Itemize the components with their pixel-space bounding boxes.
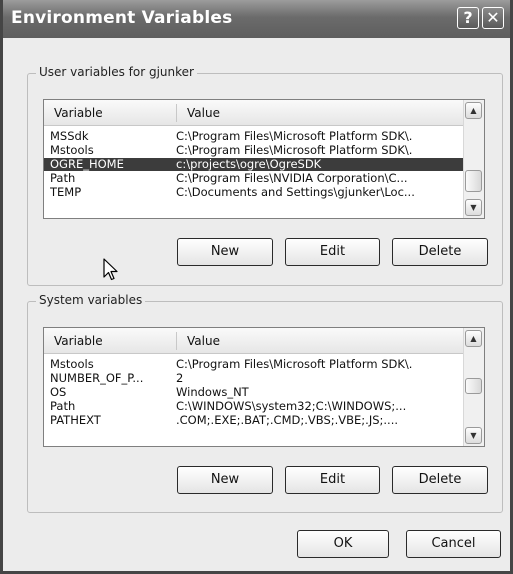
list-item[interactable]: MSSdk C:\Program Files\Microsoft Platfor… (44, 130, 464, 143)
list-item[interactable]: Path C:\Program Files\NVIDIA Corporation… (44, 172, 464, 185)
list-item[interactable]: PATHEXT .COM;.EXE;.BAT;.CMD;.VBS;.VBE;.J… (44, 414, 464, 427)
column-divider[interactable] (176, 104, 177, 122)
variable-name: NUMBER_OF_P... (50, 372, 144, 385)
variable-name: TEMP (50, 186, 82, 199)
system-delete-button[interactable]: Delete (392, 466, 488, 494)
column-header-value[interactable]: Value (187, 106, 220, 120)
variable-name: Mstools (50, 358, 94, 371)
system-variables-title: System variables (36, 293, 146, 307)
user-variables-list[interactable]: Variable Value MSSdk C:\Program Files\Mi… (43, 99, 485, 219)
user-list-header: Variable Value (44, 100, 464, 126)
variable-name: Path (50, 172, 76, 185)
list-item[interactable]: Path C:\WINDOWS\system32;C:\WINDOWS;... (44, 400, 464, 413)
variable-name: PATHEXT (50, 414, 101, 427)
list-item[interactable]: TEMP C:\Documents and Settings\gjunker\L… (44, 186, 464, 199)
mouse-pointer-icon (103, 258, 118, 281)
column-header-variable[interactable]: Variable (54, 334, 103, 348)
variable-value: C:\Program Files\Microsoft Platform SDK\… (176, 358, 413, 371)
window-title: Environment Variables (11, 8, 233, 28)
column-header-variable[interactable]: Variable (54, 106, 103, 120)
variable-value: C:\Program Files\NVIDIA Corporation\C... (176, 172, 408, 185)
user-new-button[interactable]: New (177, 238, 273, 266)
system-variables-list[interactable]: Variable Value Mstools C:\Program Files\… (43, 327, 485, 447)
variable-name: Mstools (50, 144, 94, 157)
scroll-up-arrow-icon[interactable]: ▲ (465, 330, 482, 347)
variable-value: c:\projects\ogre\OgreSDK (176, 158, 322, 171)
user-delete-button[interactable]: Delete (392, 238, 488, 266)
variable-value: 2 (176, 372, 184, 385)
scrollbar-thumb[interactable] (465, 378, 482, 394)
column-header-value[interactable]: Value (187, 334, 220, 348)
system-variables-group: System variables Variable Value Mstools … (27, 293, 503, 513)
vertical-scrollbar[interactable]: ▲ ▼ (463, 328, 484, 446)
list-item[interactable]: NUMBER_OF_P... 2 (44, 372, 464, 385)
list-item[interactable]: Mstools C:\Program Files\Microsoft Platf… (44, 144, 464, 157)
user-edit-button[interactable]: Edit (285, 238, 380, 266)
help-button[interactable]: ? (457, 7, 479, 29)
variable-value: C:\Program Files\Microsoft Platform SDK\… (176, 144, 413, 157)
variable-name: MSSdk (50, 130, 89, 143)
cancel-button[interactable]: Cancel (406, 530, 501, 558)
variable-value: C:\Program Files\Microsoft Platform SDK\… (176, 130, 413, 143)
user-variables-title: User variables for gjunker (36, 65, 197, 79)
scroll-down-arrow-icon[interactable]: ▼ (465, 427, 482, 444)
ok-button[interactable]: OK (297, 530, 389, 558)
variable-value: C:\Documents and Settings\gjunker\Loc... (176, 186, 415, 199)
variable-value: Windows_NT (176, 386, 249, 399)
variable-name: OGRE_HOME (50, 158, 124, 171)
scrollbar-thumb[interactable] (465, 170, 482, 192)
list-item[interactable]: Mstools C:\Program Files\Microsoft Platf… (44, 358, 464, 371)
list-item-selected[interactable]: OGRE_HOME c:\projects\ogre\OgreSDK (44, 158, 464, 171)
variable-name: Path (50, 400, 76, 413)
system-list-header: Variable Value (44, 328, 464, 354)
vertical-scrollbar[interactable]: ▲ ▼ (463, 100, 484, 218)
scroll-down-arrow-icon[interactable]: ▼ (465, 199, 482, 216)
system-edit-button[interactable]: Edit (285, 466, 380, 494)
variable-value: C:\WINDOWS\system32;C:\WINDOWS;... (176, 400, 407, 413)
system-new-button[interactable]: New (177, 466, 273, 494)
variable-name: OS (50, 386, 67, 399)
environment-variables-dialog: Environment Variables ? ✕ User variables… (0, 0, 513, 574)
title-bar[interactable]: Environment Variables ? ✕ (3, 0, 510, 38)
variable-value: .COM;.EXE;.BAT;.CMD;.VBS;.VBE;.JS;.... (176, 414, 399, 427)
close-button[interactable]: ✕ (482, 7, 504, 29)
column-divider[interactable] (176, 332, 177, 350)
scroll-up-arrow-icon[interactable]: ▲ (465, 102, 482, 119)
user-variables-group: User variables for gjunker Variable Valu… (27, 65, 503, 286)
list-item[interactable]: OS Windows_NT (44, 386, 464, 399)
